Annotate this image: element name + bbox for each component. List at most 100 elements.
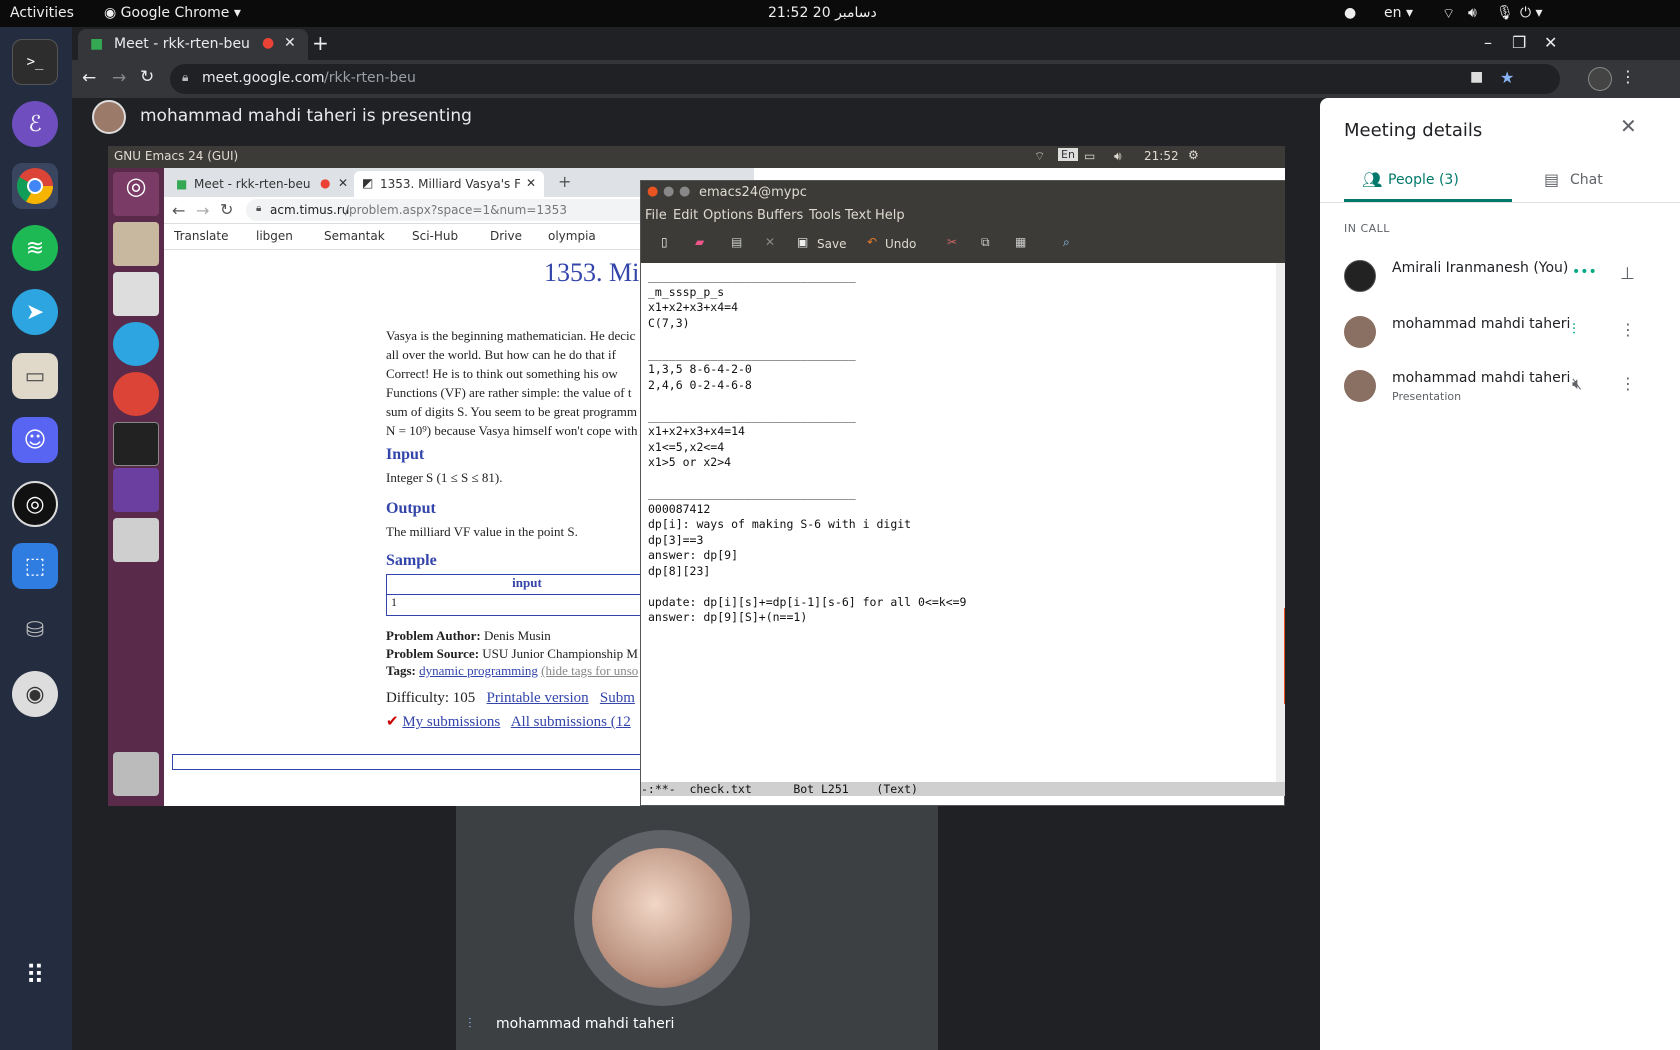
audio-level-icon: ⫶ — [1572, 320, 1576, 338]
tab-chat[interactable]: ▤ Chat — [1524, 160, 1654, 202]
screenshot-icon[interactable]: ⬚ — [12, 543, 58, 589]
disc-icon[interactable]: ◉ — [12, 671, 58, 717]
window-close-icon[interactable]: ✕ — [1544, 33, 1557, 52]
ubuntu-icon: ◎ — [113, 172, 159, 216]
close-icon[interactable]: ✕ — [1620, 114, 1637, 138]
emacs-mode-line: -:**- check.txt Bot L251 (Text) — [641, 782, 1285, 796]
power-icon[interactable]: ⏻ ▾ — [1520, 5, 1543, 21]
participant-avatar — [592, 848, 732, 988]
chrome-tab-strip: ■ Meet - rkk-rten-beu ● ✕ + – ❐ ✕ — [72, 27, 1680, 60]
pin-icon[interactable]: ⊥ — [1620, 264, 1644, 288]
emacs-icon — [113, 468, 159, 512]
mic-icon[interactable]: 🎙︎ — [1496, 5, 1514, 21]
participant-row[interactable]: mohammad mahdi taheri Presentation 🔇︎ ⋮ — [1344, 364, 1664, 408]
address-bar[interactable]: 🔒︎ meet.google.com /rkk-rten-beu ■ ★ — [170, 64, 1560, 94]
globe-icon[interactable]: ● — [1344, 5, 1356, 21]
files-icon[interactable]: ▭ — [12, 353, 58, 399]
emacs-toolbar: ▯ ▰ ▤ ✕ ▣ Save ↶ Undo ✂ ⧉ ▦ ⌕ — [641, 227, 1285, 263]
participant-tile: ⫶ mohammad mahdi taheri — [456, 806, 938, 1050]
more-options-dots-icon[interactable]: ••• — [1572, 264, 1597, 288]
more-vert-icon[interactable]: ⋮ — [1620, 320, 1644, 344]
activities-button[interactable]: Activities — [10, 5, 74, 21]
clock[interactable]: 21:52 دسامبر 20 — [768, 5, 877, 21]
reload-icon[interactable]: ↻ — [140, 67, 154, 87]
telegram-icon[interactable]: ➤ — [12, 289, 58, 335]
telegram-icon — [113, 322, 159, 366]
chrome-menu-icon[interactable]: ⋮ — [1620, 67, 1636, 86]
usb-drive-icon[interactable]: ⛁ — [12, 607, 58, 653]
new-file-icon: ▯ — [661, 235, 668, 249]
maximize-icon[interactable]: ❐ — [1512, 33, 1526, 52]
calculator-icon — [113, 272, 159, 316]
drive-icon — [113, 518, 159, 562]
wifi-icon[interactable]: ⌔ — [1442, 5, 1455, 23]
camera-icon[interactable]: ■ — [1470, 69, 1483, 85]
maximize-icon: ● — [679, 184, 691, 199]
emacs-icon[interactable]: ℰ — [12, 101, 58, 147]
people-icon: 👥︎ — [1362, 170, 1383, 189]
inner-tab-timus: ◩ 1353. Milliard Vasya's Fun ✕ — [354, 171, 544, 197]
chrome-toolbar: ← → ↻ 🔒︎ meet.google.com /rkk-rten-beu ■… — [72, 60, 1680, 98]
battery-icon: ▭ — [1084, 149, 1096, 163]
participant-row[interactable]: mohammad mahdi taheri ⫶ ⋮ — [1344, 310, 1664, 354]
chat-icon: ▤ — [1544, 170, 1560, 189]
kill-buffer-icon: ✕ — [765, 235, 776, 249]
volume-icon: 🔊︎ — [1114, 149, 1122, 163]
ubuntu-top-panel: GNU Emacs 24 (GUI) ⌔ En ▭ 🔊︎ 21:52 ⚙ — [108, 146, 1285, 168]
emacs-window: ● ● ● emacs24@mypc File Edit Options Buf… — [640, 180, 1285, 806]
terminal-icon — [113, 422, 159, 466]
forward-icon[interactable]: → — [112, 68, 126, 88]
tab-meet[interactable]: ■ Meet - rkk-rten-beu ● ✕ — [78, 29, 308, 60]
inner-tab-meet: ■ Meet - rkk-rten-beu ● ✕ — [176, 176, 349, 191]
lock-icon: 🔒︎ — [182, 70, 189, 84]
cut-icon: ✂ — [947, 235, 958, 249]
copy-icon: ⧉ — [981, 235, 990, 249]
shared-screen: GNU Emacs 24 (GUI) ⌔ En ▭ 🔊︎ 21:52 ⚙ ◎ ■… — [108, 146, 1285, 806]
show-apps-icon[interactable]: ⠿ — [12, 953, 58, 999]
emacs-titlebar: ● ● ● emacs24@mypc — [641, 181, 1285, 205]
emacs-buffer: ______________________________ _m_sssp_p… — [641, 263, 1276, 782]
emacs-menubar: File Edit Options Buffers Tools Text Hel… — [641, 205, 1285, 227]
participant-row[interactable]: Amirali Iranmanesh (You) ••• ⊥ — [1344, 254, 1664, 298]
tab-close-icon[interactable]: ✕ — [284, 35, 296, 51]
terminal-icon[interactable]: >_ — [12, 39, 58, 85]
checkmark-icon: ✔ — [386, 714, 399, 730]
muted-icon: 🔇︎ — [1572, 374, 1583, 393]
chrome-icon — [113, 372, 159, 416]
back-icon[interactable]: ← — [82, 68, 96, 88]
bookmark-star-icon[interactable]: ★ — [1500, 68, 1514, 87]
more-vert-icon[interactable]: ⋮ — [1620, 374, 1644, 398]
avatar — [1344, 370, 1376, 402]
wifi-icon: ⌔ — [1034, 149, 1046, 163]
minimize-icon[interactable]: – — [1484, 33, 1492, 52]
tab-people[interactable]: 👥︎ People (3) — [1344, 160, 1512, 202]
save-icon: ▣ — [797, 235, 809, 249]
dock: >_ ℰ ≋ ➤ ▭ ☺ ◎ ⬚ ⛁ ◉ ⠿ — [0, 27, 72, 1050]
volume-icon[interactable]: 🔊︎ — [1468, 5, 1477, 21]
dired-icon: ▤ — [731, 235, 743, 249]
chrome-icon[interactable] — [12, 163, 58, 209]
meet-favicon-icon: ■ — [90, 36, 104, 52]
app-menu[interactable]: ◉ Google Chrome ▾ — [104, 5, 241, 21]
emacs-scrollbar — [1276, 263, 1285, 782]
paste-icon: ▦ — [1015, 235, 1027, 249]
language-indicator[interactable]: en ▾ — [1384, 5, 1413, 21]
obs-icon[interactable]: ◎ — [12, 481, 58, 527]
profile-avatar[interactable] — [1588, 67, 1612, 91]
recording-dot-icon: ● — [262, 35, 275, 51]
avatar — [1344, 316, 1376, 348]
search-icon: ⌕ — [1063, 235, 1070, 249]
new-tab-icon[interactable]: + — [312, 31, 329, 55]
settings-gear-icon: ⚙ — [1188, 148, 1199, 162]
undo-icon: ↶ — [867, 235, 878, 249]
problem-title: 1353. Mi — [544, 258, 640, 287]
presenter-avatar — [92, 100, 126, 134]
presentation-header: mohammad mahdi taheri is presenting — [72, 98, 1320, 150]
trash-icon — [113, 752, 159, 796]
chrome-small-icon: ◉ — [104, 5, 121, 21]
discord-icon[interactable]: ☺ — [12, 417, 58, 463]
close-icon: ● — [647, 184, 659, 199]
spotify-icon[interactable]: ≋ — [12, 225, 58, 271]
meeting-details-panel: Meeting details ✕ 👥︎ People (3) ▤ Chat I… — [1320, 98, 1680, 1050]
unity-launcher: ◎ — [108, 168, 164, 806]
